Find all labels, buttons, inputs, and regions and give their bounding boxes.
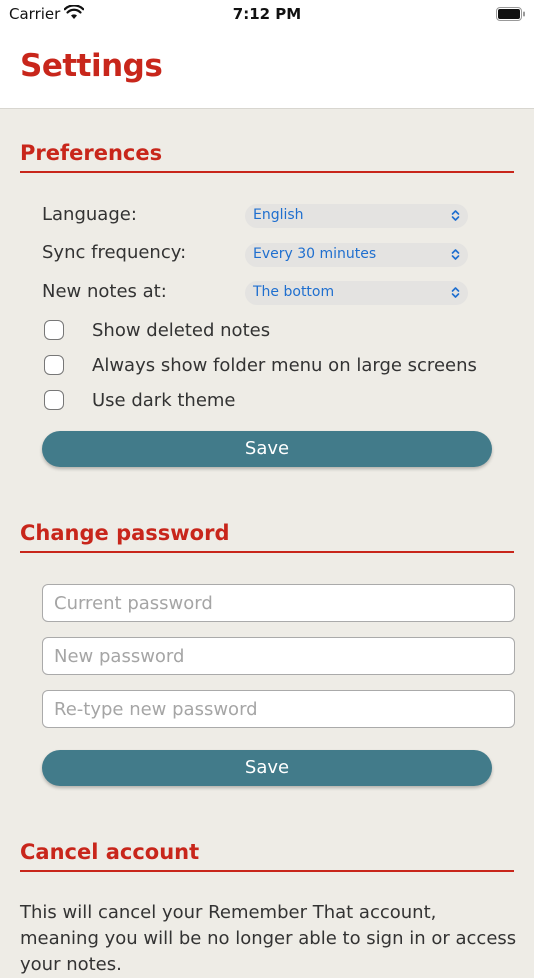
- folder-menu-label: Always show folder menu on large screens: [92, 355, 477, 376]
- status-bar: Carrier 7:12 PM: [0, 0, 534, 30]
- cancel-account-description: This will cancel your Remember That acco…: [20, 902, 517, 975]
- battery-icon: [496, 6, 526, 25]
- sync-frequency-select[interactable]: Every 30 minutes: [245, 243, 468, 267]
- save-password-button[interactable]: Save: [42, 750, 492, 786]
- new-notes-label: New notes at:: [42, 281, 167, 302]
- language-select-value: English: [253, 207, 304, 223]
- new-password-field[interactable]: New password: [42, 637, 515, 675]
- language-label: Language:: [42, 204, 137, 225]
- folder-menu-checkbox[interactable]: [44, 355, 64, 375]
- change-password-section-title: Change password: [20, 521, 514, 553]
- dark-theme-checkbox[interactable]: [44, 390, 64, 410]
- retype-password-field[interactable]: Re-type new password: [42, 690, 515, 728]
- sync-frequency-label: Sync frequency:: [42, 242, 187, 263]
- sync-frequency-select-value: Every 30 minutes: [253, 246, 377, 262]
- page-title: Settings: [20, 48, 163, 84]
- preferences-section-title: Preferences: [20, 141, 514, 173]
- select-arrows-icon: [451, 248, 460, 265]
- show-deleted-notes-checkbox[interactable]: [44, 320, 64, 340]
- app-header: Settings: [0, 30, 534, 109]
- show-deleted-notes-label: Show deleted notes: [92, 320, 271, 341]
- select-arrows-icon: [451, 286, 460, 303]
- dark-theme-label: Use dark theme: [92, 390, 236, 411]
- cancel-account-section-title: Cancel account: [20, 840, 514, 872]
- language-select[interactable]: English: [245, 204, 468, 228]
- save-preferences-button[interactable]: Save: [42, 431, 492, 467]
- new-notes-select[interactable]: The bottom: [245, 281, 468, 305]
- new-notes-select-value: The bottom: [253, 284, 335, 300]
- current-password-field[interactable]: Current password: [42, 584, 515, 622]
- select-arrows-icon: [451, 209, 460, 226]
- status-time: 7:12 PM: [232, 5, 302, 23]
